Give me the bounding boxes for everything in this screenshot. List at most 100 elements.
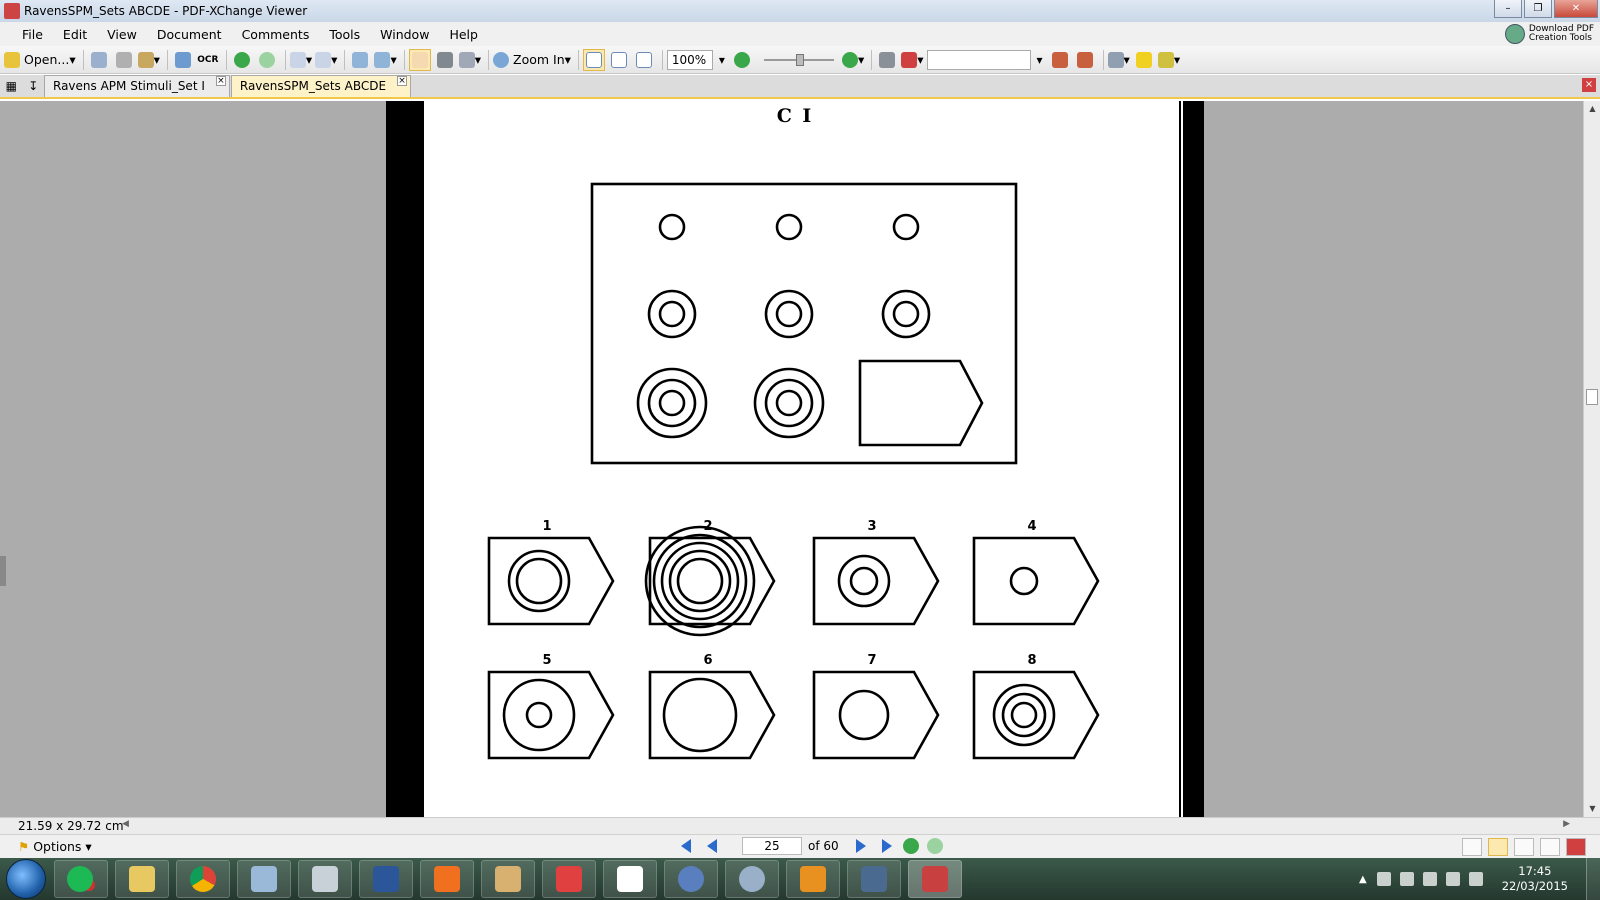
- menu-file[interactable]: File: [14, 27, 51, 42]
- close-document-icon[interactable]: ×: [1582, 78, 1596, 92]
- hand-tool-button[interactable]: [408, 48, 431, 71]
- undo-button[interactable]: ▾: [289, 49, 312, 71]
- close-tab-icon[interactable]: ×: [215, 76, 226, 86]
- document-view[interactable]: C I 12345678: [0, 101, 1583, 817]
- print-button[interactable]: [113, 49, 135, 71]
- taskbar-spotify[interactable]: 3: [54, 860, 108, 898]
- minimize-button[interactable]: –: [1494, 0, 1522, 18]
- back-button[interactable]: [231, 49, 253, 71]
- menu-edit[interactable]: Edit: [55, 27, 95, 42]
- download-pdf-tools-button[interactable]: Download PDF Creation Tools: [1504, 24, 1594, 44]
- scroll-down-icon[interactable]: ▼: [1584, 801, 1600, 817]
- zoom-in-button[interactable]: ▾: [841, 49, 864, 71]
- horizontal-scrollbar[interactable]: 21.59 x 29.72 cm ◀ ▶: [0, 817, 1600, 834]
- tab-list-icon[interactable]: ↧: [28, 79, 38, 93]
- sync-icon[interactable]: [1468, 872, 1483, 886]
- actual-size-button[interactable]: [582, 48, 605, 71]
- menu-view[interactable]: View: [99, 27, 145, 42]
- zoom-in-tool-button[interactable]: Zoom In ▾: [493, 49, 571, 71]
- taskbar-calculator[interactable]: [298, 860, 352, 898]
- taskbar-pdf-xchange[interactable]: [908, 860, 962, 898]
- tab-ravens-spm[interactable]: RavensSPM_Sets ABCDE ×: [230, 75, 412, 97]
- menu-document[interactable]: Document: [149, 27, 230, 42]
- taskbar-outlook[interactable]: [786, 860, 840, 898]
- menu-window[interactable]: Window: [372, 27, 437, 42]
- rotate-left-button[interactable]: [349, 49, 371, 71]
- show-desktop-button[interactable]: [1586, 858, 1600, 900]
- start-button[interactable]: [6, 859, 46, 899]
- scroll-up-icon[interactable]: ▲: [1584, 101, 1600, 117]
- current-page-input[interactable]: 25: [742, 837, 802, 855]
- previous-page-button[interactable]: [702, 837, 722, 855]
- close-button[interactable]: ✕: [1554, 0, 1598, 18]
- volume-icon[interactable]: [1445, 872, 1460, 886]
- spell-button[interactable]: ▾: [901, 49, 924, 71]
- taskbar-apps[interactable]: [542, 860, 596, 898]
- find-button[interactable]: [876, 49, 898, 71]
- taskbar-file-explorer[interactable]: [115, 860, 169, 898]
- taskbar-snipping-tool[interactable]: [237, 860, 291, 898]
- vertical-scroll-thumb[interactable]: [1586, 389, 1598, 405]
- next-view-icon[interactable]: [926, 838, 943, 854]
- zoom-level-input[interactable]: 100%: [666, 49, 713, 70]
- network-icon[interactable]: [1422, 872, 1437, 886]
- zoom-out-button[interactable]: [731, 49, 753, 71]
- zoom-slider[interactable]: [763, 53, 834, 66]
- facing-button[interactable]: [1514, 838, 1534, 856]
- menu-comments[interactable]: Comments: [234, 27, 318, 42]
- forward-button[interactable]: [256, 49, 278, 71]
- fit-page-button[interactable]: [608, 49, 630, 71]
- comment-tools-button[interactable]: ▾: [1107, 49, 1130, 71]
- folder-icon: [129, 866, 155, 892]
- rotate-right-button[interactable]: ▾: [374, 49, 397, 71]
- next-page-button[interactable]: [851, 837, 871, 855]
- fit-width-button[interactable]: [633, 49, 655, 71]
- menu-tools[interactable]: Tools: [321, 27, 368, 42]
- typewriter-button[interactable]: [1133, 49, 1155, 71]
- taskbar-chrome[interactable]: [176, 860, 230, 898]
- select-text-button[interactable]: ▾: [458, 49, 481, 71]
- open-button[interactable]: Open... ▾: [4, 49, 76, 71]
- find-next-button[interactable]: [1074, 49, 1096, 71]
- grid-view-icon[interactable]: ▦: [6, 79, 17, 93]
- continuous-facing-button[interactable]: [1540, 838, 1560, 856]
- taskbar-paint[interactable]: [481, 860, 535, 898]
- menu-help[interactable]: Help: [441, 27, 486, 42]
- options-button[interactable]: ⚑ Options ▾: [18, 839, 92, 854]
- flag-tray-icon[interactable]: [1376, 872, 1391, 886]
- scroll-right-icon[interactable]: ▶: [1563, 819, 1570, 829]
- scroll-left-icon[interactable]: ◀: [122, 819, 129, 829]
- single-page-button[interactable]: [1462, 838, 1482, 856]
- snapshot-button[interactable]: [434, 49, 456, 71]
- taskbar-media-player[interactable]: [420, 860, 474, 898]
- find-previous-button[interactable]: [1049, 49, 1071, 71]
- sidebar-toggle-handle[interactable]: [0, 556, 6, 586]
- search-input[interactable]: [926, 49, 1031, 70]
- taskbar-r[interactable]: [664, 860, 718, 898]
- pdf-icon[interactable]: [1566, 838, 1586, 856]
- search-dropdown-arrow[interactable]: ▾: [1037, 53, 1043, 67]
- restore-button[interactable]: ❐: [1524, 0, 1552, 18]
- taskbar-bing[interactable]: [603, 860, 657, 898]
- last-page-button[interactable]: [877, 837, 897, 855]
- taskbar-remote-desktop[interactable]: [847, 860, 901, 898]
- zoom-slider-knob[interactable]: [795, 53, 804, 66]
- taskbar-word[interactable]: [359, 860, 413, 898]
- tray-expand-icon[interactable]: ▲: [1359, 874, 1367, 885]
- continuous-button[interactable]: [1488, 838, 1508, 856]
- previous-view-icon[interactable]: [902, 838, 919, 854]
- save-button[interactable]: [88, 49, 110, 71]
- email-button[interactable]: ▾: [137, 49, 160, 71]
- vertical-scrollbar[interactable]: ▲ ▼: [1583, 101, 1600, 817]
- zoom-dropdown-arrow[interactable]: ▾: [719, 53, 725, 67]
- redo-button[interactable]: ▾: [315, 49, 337, 71]
- ocr-button[interactable]: OCR: [197, 49, 219, 71]
- clock[interactable]: 17:45 22/03/2015: [1502, 864, 1568, 894]
- tab-ravens-apm[interactable]: Ravens APM Stimuli_Set I ×: [44, 75, 230, 97]
- close-tab-icon[interactable]: ×: [397, 76, 408, 86]
- tray-app-icon[interactable]: [1399, 872, 1414, 886]
- first-page-button[interactable]: [676, 837, 696, 855]
- scan-button[interactable]: [172, 49, 194, 71]
- taskbar-sigma[interactable]: [725, 860, 779, 898]
- export-button[interactable]: ▾: [1157, 49, 1180, 71]
